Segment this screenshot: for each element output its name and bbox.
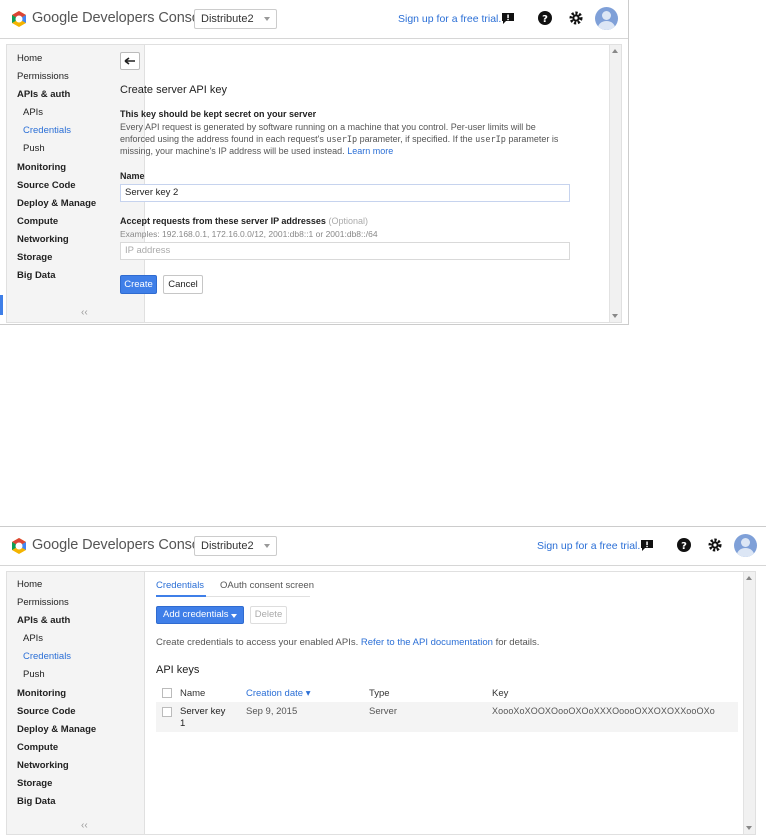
add-credentials-button[interactable]: Add credentials: [156, 606, 244, 624]
gdc-logo-icon: [12, 11, 26, 27]
left-edge-accent: [0, 295, 3, 315]
sidebar-item-big-data[interactable]: Big Data: [17, 270, 56, 281]
arrow-back-icon: [124, 57, 135, 65]
svg-text:?: ?: [542, 14, 548, 25]
account-avatar[interactable]: [734, 534, 757, 557]
secret-warning-heading: This key should be kept secret on your s…: [120, 109, 317, 119]
column-header-creation-date[interactable]: Creation date ▾: [246, 688, 310, 699]
sidebar-item-credentials[interactable]: Credentials: [23, 651, 71, 662]
chevron-down-icon: [263, 544, 270, 548]
svg-text:?: ?: [681, 541, 687, 552]
tab-credentials[interactable]: Credentials: [156, 580, 204, 591]
add-credentials-label: Add credentials: [163, 609, 229, 620]
collapse-sidebar-icon[interactable]: ‹‹: [81, 307, 88, 318]
sidebar-item-deploy-manage[interactable]: Deploy & Manage: [17, 724, 96, 735]
settings-gear-icon[interactable]: [707, 537, 723, 553]
project-name: Distribute2: [201, 13, 254, 25]
sidebar-item-networking[interactable]: Networking: [17, 760, 69, 771]
column-header-name[interactable]: Name: [180, 688, 205, 699]
ip-address-input[interactable]: IP address: [120, 242, 570, 260]
name-label: Name: [120, 171, 145, 181]
select-all-checkbox[interactable]: [162, 688, 172, 698]
signup-link[interactable]: Sign up for a free trial.: [537, 540, 640, 552]
sidebar-item-credentials[interactable]: Credentials: [23, 125, 71, 136]
chevron-down-icon: [263, 17, 270, 21]
project-selector[interactable]: Distribute2: [194, 9, 277, 29]
description-line-2: enforced using the address found in each…: [120, 134, 559, 145]
signup-link[interactable]: Sign up for a free trial.: [398, 13, 501, 25]
section-title: API keys: [156, 664, 200, 676]
scrollbar[interactable]: [743, 572, 755, 834]
sidebar-item-permissions[interactable]: Permissions: [17, 597, 69, 608]
header-bar: Google Developers Console Distribute2 Si…: [0, 527, 766, 566]
sidebar-item-monitoring[interactable]: Monitoring: [17, 162, 66, 173]
column-header-type[interactable]: Type: [369, 688, 390, 699]
sidebar-item-storage[interactable]: Storage: [17, 778, 52, 789]
type-cell: Server: [369, 706, 397, 717]
sidebar-item-compute[interactable]: Compute: [17, 216, 58, 227]
sidebar-item-apis[interactable]: APIs: [23, 633, 43, 644]
ip-examples: Examples: 192.168.0.1, 172.16.0.0/12, 20…: [120, 229, 378, 239]
page-title: Create server API key: [120, 84, 227, 96]
account-avatar[interactable]: [595, 7, 618, 30]
key-name-line-1[interactable]: Server key: [180, 706, 225, 717]
create-button[interactable]: Create: [120, 275, 157, 294]
cancel-button[interactable]: Cancel: [163, 275, 203, 294]
description-line-1: Every API request is generated by softwa…: [120, 122, 536, 132]
scroll-up-icon[interactable]: [746, 576, 752, 580]
create-key-window: Google Developers Console Distribute2 Si…: [0, 0, 629, 325]
learn-more-link[interactable]: Learn more: [347, 146, 393, 156]
sidebar-item-home[interactable]: Home: [17, 53, 42, 64]
creation-date-cell: Sep 9, 2015: [246, 706, 298, 717]
sidebar-item-apis-auth[interactable]: APIs & auth: [17, 89, 70, 100]
delete-button[interactable]: Delete: [250, 606, 287, 624]
console-title[interactable]: Google Developers Console: [32, 537, 211, 553]
tab-active-indicator: [156, 595, 206, 597]
help-icon[interactable]: ?: [676, 537, 692, 553]
help-icon[interactable]: ?: [537, 10, 553, 26]
scroll-down-icon[interactable]: [612, 314, 618, 318]
sidebar-item-permissions[interactable]: Permissions: [17, 71, 69, 82]
sidebar-item-deploy-manage[interactable]: Deploy & Manage: [17, 198, 96, 209]
sidebar-item-push[interactable]: Push: [23, 143, 45, 154]
header-bar: Google Developers Console Distribute2 Si…: [0, 0, 628, 39]
sidebar-item-monitoring[interactable]: Monitoring: [17, 688, 66, 699]
chevron-down-icon: [231, 614, 237, 618]
scroll-down-icon[interactable]: [746, 826, 752, 830]
project-name: Distribute2: [201, 540, 254, 552]
description-line-3: missing, your machine's IP address will …: [120, 146, 394, 156]
console-title[interactable]: Google Developers Console: [32, 10, 211, 26]
column-header-key[interactable]: Key: [492, 688, 508, 699]
row-checkbox[interactable]: [162, 707, 172, 717]
sidebar-item-storage[interactable]: Storage: [17, 252, 52, 263]
api-docs-link[interactable]: Refer to the API documentation: [361, 637, 493, 648]
back-button[interactable]: [120, 52, 140, 70]
tab-oauth-consent[interactable]: OAuth consent screen: [220, 580, 314, 591]
collapse-sidebar-icon[interactable]: ‹‹: [81, 820, 88, 831]
credentials-window: Google Developers Console Distribute2 Si…: [0, 526, 766, 835]
feedback-icon[interactable]: [500, 10, 516, 26]
feedback-icon[interactable]: [639, 537, 655, 553]
sidebar-item-compute[interactable]: Compute: [17, 742, 58, 753]
sidebar-item-apis[interactable]: APIs: [23, 107, 43, 118]
ip-label: Accept requests from these server IP add…: [120, 216, 368, 226]
sidebar-item-source-code[interactable]: Source Code: [17, 180, 76, 191]
sidebar: Home Permissions APIs & auth APIs Creden…: [6, 571, 145, 835]
sidebar-item-big-data[interactable]: Big Data: [17, 796, 56, 807]
sidebar-item-home[interactable]: Home: [17, 579, 42, 590]
name-input[interactable]: Server key 2: [120, 184, 570, 202]
intro-text: Create credentials to access your enable…: [156, 637, 540, 648]
api-key-cell[interactable]: XoooXoXOOXOooOXOoXXXOoooOXXOXOXXooOXo: [492, 706, 715, 716]
sidebar-item-networking[interactable]: Networking: [17, 234, 69, 245]
gdc-logo-icon: [12, 538, 26, 554]
sidebar-item-source-code[interactable]: Source Code: [17, 706, 76, 717]
project-selector[interactable]: Distribute2: [194, 536, 277, 556]
sidebar-item-push[interactable]: Push: [23, 669, 45, 680]
sidebar-item-apis-auth[interactable]: APIs & auth: [17, 615, 70, 626]
scroll-up-icon[interactable]: [612, 49, 618, 53]
sort-descending-icon: ▾: [305, 688, 311, 699]
scrollbar[interactable]: [609, 45, 621, 322]
settings-gear-icon[interactable]: [568, 10, 584, 26]
key-name-line-2[interactable]: 1: [180, 718, 185, 729]
